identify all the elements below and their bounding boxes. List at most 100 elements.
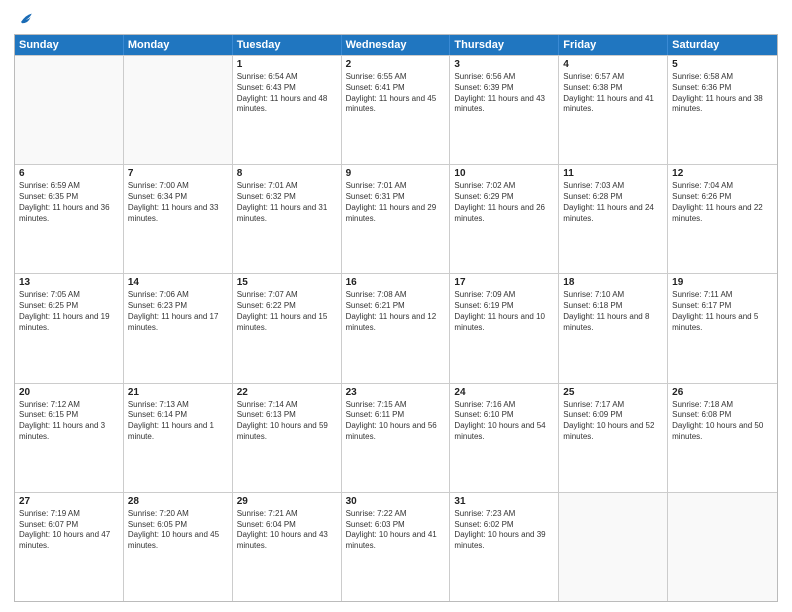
header-day-friday: Friday (559, 35, 668, 55)
calendar-day-21: 21Sunrise: 7:13 AM Sunset: 6:14 PM Dayli… (124, 384, 233, 492)
day-number: 29 (237, 496, 337, 507)
day-number: 27 (19, 496, 119, 507)
day-number: 15 (237, 277, 337, 288)
day-number: 25 (563, 387, 663, 398)
day-info: Sunrise: 6:58 AM Sunset: 6:36 PM Dayligh… (672, 72, 773, 115)
calendar-day-2: 2 Sunrise: 6:55 AM Sunset: 6:41 PM Daylig… (342, 56, 451, 164)
calendar-day-1: 1 Sunrise: 6:54 AM Sunset: 6:43 PM Daylig… (233, 56, 342, 164)
day-info: Sunrise: 6:57 AM Sunset: 6:38 PM Dayligh… (563, 72, 663, 115)
day-number: 9 (346, 168, 446, 179)
day-info: Sunrise: 7:21 AM Sunset: 6:04 PM Dayligh… (237, 509, 337, 552)
day-info: Sunrise: 6:54 AM Sunset: 6:43 PM Dayligh… (237, 72, 337, 115)
calendar-day-29: 29 Sunrise: 7:21 AM Sunset: 6:04 PM Dayli… (233, 493, 342, 601)
day-info: Sunrise: 7:19 AM Sunset: 6:07 PM Dayligh… (19, 509, 119, 552)
day-info: Sunrise: 7:01 AM Sunset: 6:32 PM Dayligh… (237, 181, 337, 224)
day-number: 17 (454, 277, 554, 288)
calendar-day-4: 4 Sunrise: 6:57 AM Sunset: 6:38 PM Daylig… (559, 56, 668, 164)
day-info: Sunrise: 7:14 AM Sunset: 6:13 PM Dayligh… (237, 400, 337, 443)
calendar-day-25: 25 Sunrise: 7:17 AM Sunset: 6:09 PM Dayli… (559, 384, 668, 492)
calendar-day-23: 23Sunrise: 7:15 AM Sunset: 6:11 PM Dayli… (342, 384, 451, 492)
calendar-day-12: 12Sunrise: 7:04 AM Sunset: 6:26 PM Dayli… (668, 165, 777, 273)
day-info: Sunrise: 7:00 AM Sunset: 6:34 PM Dayligh… (128, 181, 228, 224)
day-number: 31 (454, 496, 554, 507)
day-number: 2 (346, 59, 446, 70)
day-info: Sunrise: 7:09 AM Sunset: 6:19 PM Dayligh… (454, 290, 554, 333)
header-day-wednesday: Wednesday (342, 35, 451, 55)
day-number: 23 (346, 387, 446, 398)
calendar-day-30: 30 Sunrise: 7:22 AM Sunset: 6:03 PM Dayli… (342, 493, 451, 601)
header-day-sunday: Sunday (15, 35, 124, 55)
day-info: Sunrise: 7:03 AM Sunset: 6:28 PM Dayligh… (563, 181, 663, 224)
calendar-day-14: 14 Sunrise: 7:06 AM Sunset: 6:23 PM Dayli… (124, 274, 233, 382)
calendar-day-empty (15, 56, 124, 164)
calendar-day-20: 20Sunrise: 7:12 AM Sunset: 6:15 PM Dayli… (15, 384, 124, 492)
day-number: 7 (128, 168, 228, 179)
day-number: 24 (454, 387, 554, 398)
calendar-day-28: 28 Sunrise: 7:20 AM Sunset: 6:05 PM Dayli… (124, 493, 233, 601)
day-number: 30 (346, 496, 446, 507)
logo (14, 10, 33, 28)
day-info: Sunrise: 7:01 AM Sunset: 6:31 PM Dayligh… (346, 181, 446, 224)
calendar-day-13: 13Sunrise: 7:05 AM Sunset: 6:25 PM Dayli… (15, 274, 124, 382)
day-number: 14 (128, 277, 228, 288)
day-info: Sunrise: 7:06 AM Sunset: 6:23 PM Dayligh… (128, 290, 228, 333)
calendar-day-7: 7 Sunrise: 7:00 AM Sunset: 6:34 PM Daylig… (124, 165, 233, 273)
calendar-week-2: 6 Sunrise: 6:59 AM Sunset: 6:35 PM Daylig… (15, 164, 777, 273)
calendar-day-11: 11 Sunrise: 7:03 AM Sunset: 6:28 PM Dayli… (559, 165, 668, 273)
calendar-day-27: 27 Sunrise: 7:19 AM Sunset: 6:07 PM Dayli… (15, 493, 124, 601)
calendar-day-19: 19Sunrise: 7:11 AM Sunset: 6:17 PM Dayli… (668, 274, 777, 382)
day-number: 16 (346, 277, 446, 288)
calendar-body: 1 Sunrise: 6:54 AM Sunset: 6:43 PM Daylig… (15, 55, 777, 601)
header (14, 10, 778, 28)
logo-bird-icon (15, 10, 33, 28)
day-number: 5 (672, 59, 773, 70)
day-number: 10 (454, 168, 554, 179)
day-info: Sunrise: 6:56 AM Sunset: 6:39 PM Dayligh… (454, 72, 554, 115)
calendar-week-3: 13Sunrise: 7:05 AM Sunset: 6:25 PM Dayli… (15, 273, 777, 382)
day-info: Sunrise: 7:08 AM Sunset: 6:21 PM Dayligh… (346, 290, 446, 333)
day-number: 11 (563, 168, 663, 179)
calendar-day-10: 10Sunrise: 7:02 AM Sunset: 6:29 PM Dayli… (450, 165, 559, 273)
calendar-day-6: 6 Sunrise: 6:59 AM Sunset: 6:35 PM Daylig… (15, 165, 124, 273)
day-info: Sunrise: 7:16 AM Sunset: 6:10 PM Dayligh… (454, 400, 554, 443)
day-info: Sunrise: 7:12 AM Sunset: 6:15 PM Dayligh… (19, 400, 119, 443)
calendar-header: SundayMondayTuesdayWednesdayThursdayFrid… (15, 35, 777, 55)
day-info: Sunrise: 7:17 AM Sunset: 6:09 PM Dayligh… (563, 400, 663, 443)
calendar-day-5: 5 Sunrise: 6:58 AM Sunset: 6:36 PM Daylig… (668, 56, 777, 164)
calendar-day-22: 22 Sunrise: 7:14 AM Sunset: 6:13 PM Dayli… (233, 384, 342, 492)
day-number: 1 (237, 59, 337, 70)
calendar-day-26: 26 Sunrise: 7:18 AM Sunset: 6:08 PM Dayli… (668, 384, 777, 492)
day-info: Sunrise: 7:13 AM Sunset: 6:14 PM Dayligh… (128, 400, 228, 443)
header-day-monday: Monday (124, 35, 233, 55)
day-number: 8 (237, 168, 337, 179)
calendar-day-16: 16 Sunrise: 7:08 AM Sunset: 6:21 PM Dayli… (342, 274, 451, 382)
day-info: Sunrise: 7:23 AM Sunset: 6:02 PM Dayligh… (454, 509, 554, 552)
calendar-container: SundayMondayTuesdayWednesdayThursdayFrid… (0, 0, 792, 612)
day-info: Sunrise: 7:20 AM Sunset: 6:05 PM Dayligh… (128, 509, 228, 552)
calendar-day-24: 24 Sunrise: 7:16 AM Sunset: 6:10 PM Dayli… (450, 384, 559, 492)
day-info: Sunrise: 6:55 AM Sunset: 6:41 PM Dayligh… (346, 72, 446, 115)
day-info: Sunrise: 7:18 AM Sunset: 6:08 PM Dayligh… (672, 400, 773, 443)
day-number: 26 (672, 387, 773, 398)
calendar-day-31: 31 Sunrise: 7:23 AM Sunset: 6:02 PM Dayli… (450, 493, 559, 601)
calendar-day-empty (124, 56, 233, 164)
day-number: 12 (672, 168, 773, 179)
calendar-week-1: 1 Sunrise: 6:54 AM Sunset: 6:43 PM Daylig… (15, 55, 777, 164)
header-day-tuesday: Tuesday (233, 35, 342, 55)
calendar-day-8: 8 Sunrise: 7:01 AM Sunset: 6:32 PM Daylig… (233, 165, 342, 273)
day-info: Sunrise: 7:22 AM Sunset: 6:03 PM Dayligh… (346, 509, 446, 552)
calendar-day-9: 9 Sunrise: 7:01 AM Sunset: 6:31 PM Daylig… (342, 165, 451, 273)
calendar-week-5: 27 Sunrise: 7:19 AM Sunset: 6:07 PM Dayli… (15, 492, 777, 601)
calendar-week-4: 20Sunrise: 7:12 AM Sunset: 6:15 PM Dayli… (15, 383, 777, 492)
day-info: Sunrise: 7:11 AM Sunset: 6:17 PM Dayligh… (672, 290, 773, 333)
calendar-day-17: 17 Sunrise: 7:09 AM Sunset: 6:19 PM Dayli… (450, 274, 559, 382)
calendar-day-15: 15Sunrise: 7:07 AM Sunset: 6:22 PM Dayli… (233, 274, 342, 382)
calendar-day-18: 18Sunrise: 7:10 AM Sunset: 6:18 PM Dayli… (559, 274, 668, 382)
day-number: 28 (128, 496, 228, 507)
day-number: 13 (19, 277, 119, 288)
day-number: 6 (19, 168, 119, 179)
calendar: SundayMondayTuesdayWednesdayThursdayFrid… (14, 34, 778, 602)
day-info: Sunrise: 6:59 AM Sunset: 6:35 PM Dayligh… (19, 181, 119, 224)
day-number: 4 (563, 59, 663, 70)
day-number: 22 (237, 387, 337, 398)
